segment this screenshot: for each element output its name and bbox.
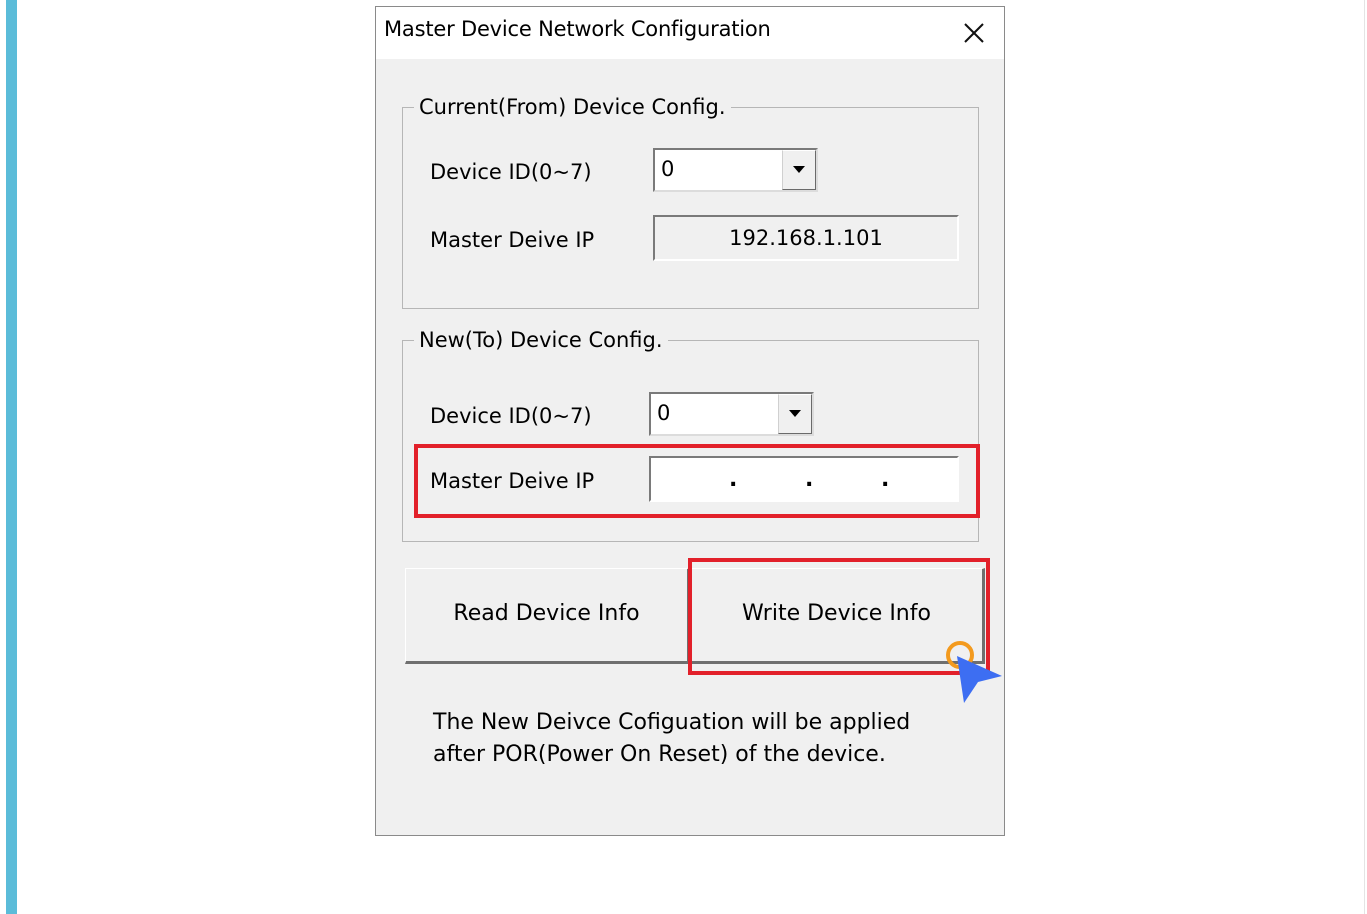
- current-device-id-label: Device ID(0~7): [430, 160, 592, 184]
- current-device-id-dropdown-button[interactable]: [782, 150, 816, 190]
- apply-note: The New Deivce Cofiguation will be appli…: [433, 707, 910, 771]
- new-device-id-select[interactable]: 0: [649, 392, 814, 436]
- write-device-info-button[interactable]: Write Device Info: [690, 568, 985, 664]
- current-device-id-value: 0: [661, 157, 675, 181]
- apply-note-line-2: after POR(Power On Reset) of the device.: [433, 742, 886, 767]
- network-config-dialog: Master Device Network Configuration Curr…: [375, 6, 1005, 836]
- new-ip-input[interactable]: . . .: [649, 456, 959, 502]
- new-config-title: New(To) Device Config.: [414, 326, 668, 354]
- current-config-title: Current(From) Device Config.: [414, 93, 731, 121]
- page-right-border: [1364, 0, 1365, 914]
- chevron-down-icon: [793, 166, 805, 173]
- apply-note-line-1: The New Deivce Cofiguation will be appli…: [433, 710, 911, 735]
- new-device-id-label: Device ID(0~7): [430, 404, 592, 428]
- current-device-id-select[interactable]: 0: [653, 148, 818, 192]
- current-ip-field: 192.168.1.101: [653, 215, 959, 261]
- current-config-group: [402, 107, 979, 309]
- new-device-id-value: 0: [657, 401, 671, 425]
- new-device-id-dropdown-button[interactable]: [778, 394, 812, 434]
- current-ip-value: 192.168.1.101: [729, 226, 883, 250]
- dialog-titlebar: Master Device Network Configuration: [376, 7, 1004, 59]
- close-icon: [964, 23, 984, 43]
- dialog-title: Master Device Network Configuration: [384, 17, 771, 41]
- new-ip-label: Master Deive IP: [430, 469, 595, 493]
- ip-separator-3: .: [881, 467, 890, 492]
- chevron-down-icon: [789, 410, 801, 417]
- new-config-group: [402, 340, 979, 542]
- left-accent-bar: [6, 0, 17, 914]
- mouse-pointer-icon: [946, 641, 1002, 703]
- ip-separator-1: .: [729, 467, 738, 492]
- current-ip-label: Master Deive IP: [430, 228, 595, 252]
- ip-separator-2: .: [805, 467, 814, 492]
- read-device-info-button[interactable]: Read Device Info: [405, 568, 690, 664]
- close-button[interactable]: [954, 15, 994, 51]
